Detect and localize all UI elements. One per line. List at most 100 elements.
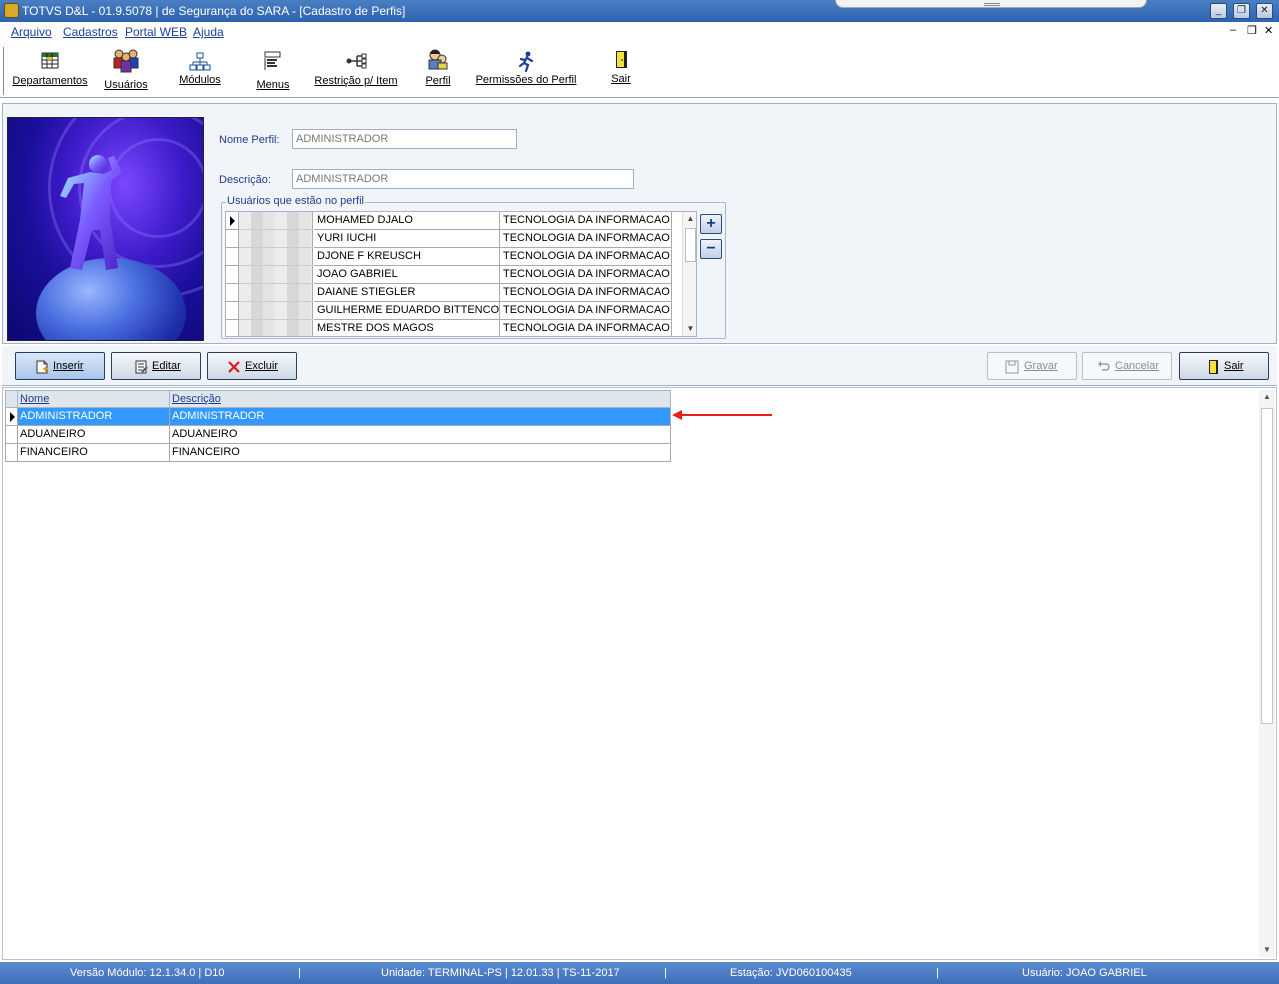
user-name: MESTRE DOS MAGOS <box>314 320 500 336</box>
cell-nome: ADMINISTRADOR <box>18 408 170 426</box>
excluir-label: Excluir <box>245 360 279 372</box>
gravar-button[interactable]: Gravar <box>987 352 1077 380</box>
list-item[interactable]: DAIANE STIEGLER TECNOLOGIA DA INFORMACAO <box>226 284 696 302</box>
usuarios-perfil-grid[interactable]: MOHAMED DJALO TECNOLOGIA DA INFORMACAO Y… <box>225 211 697 337</box>
mdi-restore-icon[interactable]: ❐ <box>1247 24 1257 37</box>
descricao-input[interactable]: ADMINISTRADOR <box>292 169 634 189</box>
inserir-button[interactable]: Inserir <box>15 352 105 380</box>
table-row[interactable]: ADMINISTRADOR ADMINISTRADOR <box>5 408 671 426</box>
toolbar-departamentos[interactable]: Departamentos <box>8 41 92 97</box>
cancelar-button[interactable]: Cancelar <box>1082 352 1172 380</box>
status-bar: Versão Módulo: 12.1.34.0 | D10 | Unidade… <box>0 962 1279 984</box>
grid-table-icon <box>41 52 59 69</box>
list-item[interactable]: MOHAMED DJALO TECNOLOGIA DA INFORMACAO <box>226 212 696 230</box>
toolbar-usuarios[interactable]: Usuários <box>96 41 156 97</box>
toolbar-label: Sair <box>611 73 631 85</box>
toolbar-label: Departamentos <box>12 75 88 87</box>
profile-illustration <box>7 117 204 341</box>
nome-perfil-input[interactable]: ADMINISTRADOR <box>292 129 517 149</box>
redacted-photo <box>239 266 313 284</box>
menu-list-icon <box>264 51 281 70</box>
user-name: DAIANE STIEGLER <box>314 284 500 302</box>
cell-descricao: ADUANEIRO <box>170 426 671 444</box>
scroll-down-icon[interactable]: ▼ <box>1259 943 1275 957</box>
status-separator: | <box>936 967 939 979</box>
menu-cadastros[interactable]: Cadastros <box>63 25 118 39</box>
app-lock-icon <box>4 3 19 18</box>
row-indicator <box>5 408 18 426</box>
toolbar-restricao[interactable]: Restrição p/ Item <box>310 41 402 97</box>
user-department: TECNOLOGIA DA INFORMACAO <box>500 266 672 284</box>
window-title-bar: TOTVS D&L - 01.9.5078 | de Segurança do … <box>0 0 1279 22</box>
list-item[interactable]: GUILHERME EDUARDO BITTENCOURT TECNOLOGIA… <box>226 302 696 320</box>
user-name: DJONE F KREUSCH <box>314 248 500 266</box>
scroll-thumb[interactable] <box>1261 408 1273 724</box>
redacted-photo <box>239 212 313 230</box>
mdi-close-icon[interactable]: ✕ <box>1264 24 1273 37</box>
sair-button[interactable]: Sair <box>1179 352 1269 380</box>
list-item[interactable]: JOAO GABRIEL TECNOLOGIA DA INFORMACAO <box>226 266 696 284</box>
close-icon[interactable]: ✕ <box>1256 3 1273 19</box>
cell-nome: ADUANEIRO <box>18 426 170 444</box>
sair-label: Sair <box>1224 360 1244 372</box>
toolbar-grip[interactable] <box>3 47 5 95</box>
window-title: TOTVS D&L - 01.9.5078 | de Segurança do … <box>22 4 406 18</box>
column-header-nome[interactable]: Nome <box>18 390 170 408</box>
user-department: TECNOLOGIA DA INFORMACAO <box>500 302 672 320</box>
nome-perfil-label: Nome Perfil: <box>219 134 280 146</box>
add-user-button[interactable]: + <box>700 214 722 234</box>
minimize-icon[interactable]: _ <box>1210 3 1227 19</box>
restriction-tree-icon <box>346 53 367 69</box>
exit-door-icon <box>616 51 627 68</box>
delete-x-icon <box>228 361 240 373</box>
scroll-up-icon[interactable]: ▲ <box>1259 390 1275 404</box>
status-unidade: Unidade: TERMINAL-PS | 12.01.33 | TS-11-… <box>381 967 620 979</box>
redacted-photo <box>239 230 313 248</box>
menu-bar: Arquivo Cadastros Portal WEB Ajuda – ❐ ✕ <box>0 22 1279 41</box>
grid-scrollbar[interactable]: ▲ ▼ <box>1259 390 1275 957</box>
save-disk-icon <box>1005 360 1019 374</box>
restore-icon[interactable]: ❐ <box>1233 3 1250 19</box>
status-separator: | <box>298 967 301 979</box>
cell-descricao: FINANCEIRO <box>170 444 671 462</box>
row-indicator <box>5 444 18 462</box>
user-name: JOAO GABRIEL <box>314 266 500 284</box>
descricao-label: Descrição: <box>219 174 271 186</box>
toolbar-modulos[interactable]: Módulos <box>170 41 230 97</box>
list-item[interactable]: DJONE F KREUSCH TECNOLOGIA DA INFORMACAO <box>226 248 696 266</box>
scroll-up-icon[interactable]: ▲ <box>683 213 696 225</box>
users-group-icon <box>113 49 139 73</box>
table-row[interactable]: ADUANEIRO ADUANEIRO <box>5 426 671 444</box>
row-indicator <box>226 230 239 248</box>
grid-corner <box>5 390 18 408</box>
gravar-label: Gravar <box>1024 360 1058 372</box>
menu-arquivo[interactable]: Arquivo <box>11 25 52 39</box>
scroll-thumb[interactable] <box>685 228 696 262</box>
editar-button[interactable]: Editar <box>111 352 201 380</box>
column-header-descricao[interactable]: Descrição <box>170 390 671 408</box>
scroll-down-icon[interactable]: ▼ <box>683 323 696 335</box>
mdi-minimize-icon[interactable]: – <box>1230 24 1236 36</box>
toolbar-perfil[interactable]: Perfil <box>418 41 458 97</box>
table-row[interactable]: FINANCEIRO FINANCEIRO <box>5 444 671 462</box>
toolbar: Departamentos Usuários Módulos Menus Res… <box>0 41 1279 98</box>
user-department: TECNOLOGIA DA INFORMACAO <box>500 212 672 230</box>
list-item[interactable]: YURI IUCHI TECNOLOGIA DA INFORMACAO <box>226 230 696 248</box>
toolbar-sair[interactable]: Sair <box>604 41 638 97</box>
window-drag-notch[interactable] <box>835 0 1147 8</box>
toolbar-permissoes[interactable]: Permissões do Perfil <box>474 41 578 97</box>
redacted-photo <box>239 248 313 266</box>
toolbar-label: Menus <box>256 79 290 91</box>
redacted-photo <box>239 302 313 320</box>
users-scrollbar[interactable]: ▲ ▼ <box>682 212 696 336</box>
toolbar-menus[interactable]: Menus <box>248 41 298 97</box>
usuarios-perfil-title: Usuários que estão no perfil <box>226 195 365 207</box>
excluir-button[interactable]: Excluir <box>207 352 297 380</box>
menu-ajuda[interactable]: Ajuda <box>193 25 224 39</box>
toolbar-label: Perfil <box>425 75 451 87</box>
row-indicator <box>226 320 239 336</box>
list-item[interactable]: MESTRE DOS MAGOS TECNOLOGIA DA INFORMACA… <box>226 320 696 336</box>
menu-portal-web[interactable]: Portal WEB <box>125 25 187 39</box>
remove-user-button[interactable]: − <box>700 239 722 259</box>
row-indicator <box>226 302 239 320</box>
